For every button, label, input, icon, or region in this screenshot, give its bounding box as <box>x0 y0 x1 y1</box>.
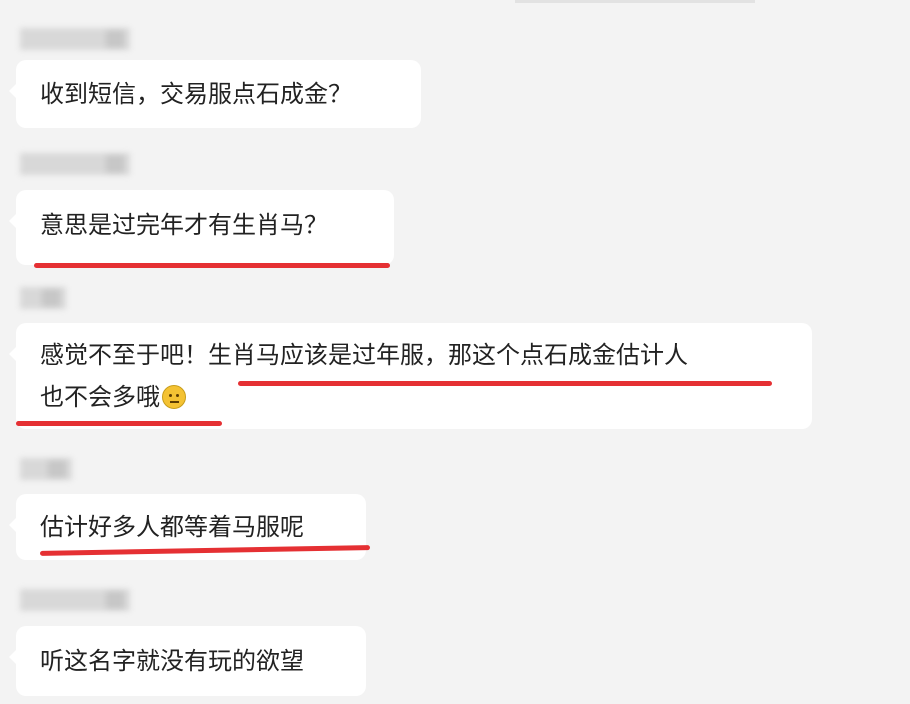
message-text-line2-content: 也不会多哦 <box>40 383 160 411</box>
message-text: 听这名字就没有玩的欲望 <box>40 647 304 675</box>
message-bubble[interactable]: 感觉不至于吧！生肖马应该是过年服，那这个点石成金估计人 也不会多哦 <box>9 323 812 429</box>
message-bubble[interactable]: 收到短信，交易服点石成金？ <box>9 60 421 128</box>
sender-name-blurred <box>20 458 72 480</box>
red-underline-annotation <box>16 421 222 426</box>
message-bubble[interactable]: 意思是过完年才有生肖马？ <box>9 190 394 265</box>
neutral-face-emoji-icon <box>162 385 186 409</box>
sender-name-blurred <box>20 153 130 175</box>
red-underline-annotation <box>34 263 390 268</box>
message-text-line1: 感觉不至于吧！生肖马应该是过年服，那这个点石成金估计人 <box>40 341 688 369</box>
message-bubble[interactable]: 听这名字就没有玩的欲望 <box>9 626 366 696</box>
sender-name-blurred <box>20 28 130 50</box>
red-underline-annotation <box>238 381 772 386</box>
chat-message-list: 收到短信，交易服点石成金？ 意思是过完年才有生肖马？ 感觉不至于吧！生肖马应该是… <box>0 0 910 704</box>
message-text: 收到短信，交易服点石成金？ <box>40 80 352 108</box>
sender-name-blurred <box>20 287 66 309</box>
message-text: 估计好多人都等着马服呢 <box>40 513 304 541</box>
sender-name-blurred <box>20 589 130 611</box>
message-text: 意思是过完年才有生肖马？ <box>40 211 328 239</box>
top-divider <box>515 0 755 3</box>
